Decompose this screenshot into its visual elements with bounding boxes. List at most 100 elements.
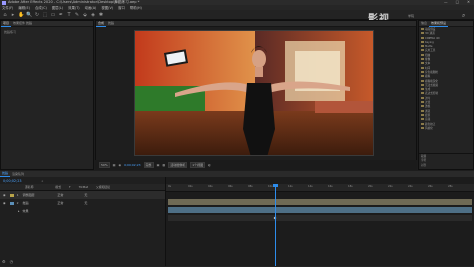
time-ruler[interactable]: 0s 02s 04s 06s 08s 10s 12s 14s 16s 18s 2… bbox=[166, 184, 474, 192]
tab-effects-presets[interactable]: 效果和预设 bbox=[429, 21, 449, 27]
col-parent[interactable]: 父级和链接 bbox=[96, 185, 110, 189]
table-row[interactable]: ▸ 效果 bbox=[0, 207, 165, 215]
eraser-tool-icon[interactable]: ⬙ bbox=[82, 12, 88, 18]
timeline-timecode[interactable]: 0;00;02;23 bbox=[3, 179, 22, 183]
resolution-select[interactable]: 完整 bbox=[143, 162, 154, 168]
table-row[interactable]: ◉ 1 调整图层 正常 无 bbox=[0, 191, 165, 199]
tab-render-queue[interactable]: 渲染队列 bbox=[10, 172, 26, 177]
brush-tool-icon[interactable]: ✎ bbox=[74, 12, 80, 18]
hand-tool-icon[interactable]: ✋ bbox=[18, 12, 24, 18]
label-color-swatch[interactable] bbox=[9, 201, 14, 205]
layer-property-group[interactable]: 效果 bbox=[22, 209, 28, 213]
exposure-icon[interactable]: ◐ bbox=[208, 163, 211, 167]
layer-mode[interactable]: 正常 bbox=[57, 199, 83, 207]
layer-mode[interactable]: 正常 bbox=[57, 191, 83, 199]
folder-icon bbox=[421, 126, 424, 129]
effects-presets-panel: 信息 效果和预设 动画预设 3D 通道 CINEMA 4D Keying Mat… bbox=[418, 20, 474, 170]
ruler-label: 08s bbox=[248, 185, 253, 188]
tab-comp-name[interactable]: 舞蹈 bbox=[106, 21, 116, 26]
composition-tabs: 合成 舞蹈 bbox=[96, 21, 416, 27]
layer-parent[interactable]: 无 bbox=[84, 201, 87, 205]
timeline-search-icon[interactable]: ⌕ bbox=[42, 179, 44, 183]
visibility-icon[interactable]: ◉ bbox=[3, 193, 6, 197]
home-icon[interactable]: ⌂ bbox=[2, 12, 8, 18]
current-timecode[interactable]: 0;00;02;23 bbox=[124, 163, 140, 167]
roto-tool-icon[interactable]: ◈ bbox=[90, 12, 96, 18]
folder-icon bbox=[421, 75, 424, 78]
video-preview[interactable] bbox=[134, 30, 374, 156]
zoom-select[interactable]: 50% bbox=[99, 162, 110, 168]
ruler-label: 12s bbox=[288, 185, 293, 188]
camera-tool-icon[interactable]: ⬚ bbox=[42, 12, 48, 18]
layer-number: 1 bbox=[16, 193, 19, 197]
selection-tool-icon[interactable]: ▸ bbox=[10, 12, 16, 18]
column-headers: 源名称 模式 T TrkMat 父级和链接 bbox=[0, 184, 165, 191]
rotate-tool-icon[interactable]: ↻ bbox=[34, 12, 40, 18]
views-select[interactable]: 1个视图 bbox=[190, 162, 206, 168]
type-tool-icon[interactable]: T bbox=[66, 12, 72, 18]
tab-effect-controls[interactable]: 效果控件 舞蹈 bbox=[11, 21, 34, 26]
folder-icon bbox=[421, 53, 424, 56]
visibility-icon[interactable]: ◉ bbox=[3, 201, 6, 205]
layer-list: 0;00;02;23 ⌕ 源名称 模式 T TrkMat 父级和链接 ◉ 1 调… bbox=[0, 177, 166, 266]
col-trkmat[interactable]: TrkMat bbox=[79, 185, 88, 189]
folder-icon bbox=[421, 58, 424, 61]
folder-icon bbox=[421, 118, 424, 121]
render-time-icon[interactable]: ◷ bbox=[10, 259, 14, 264]
ruler-label: 20s bbox=[368, 185, 373, 188]
puppet-tool-icon[interactable]: ✱ bbox=[98, 12, 104, 18]
folder-icon bbox=[421, 70, 424, 73]
effects-item[interactable]: 风格化 bbox=[421, 126, 471, 131]
table-row[interactable]: ◉ 2 舞蹈 正常 无 bbox=[0, 199, 165, 207]
layer-name[interactable]: 舞蹈 bbox=[22, 199, 56, 207]
folder-icon bbox=[421, 88, 424, 91]
folder-icon bbox=[421, 109, 424, 112]
playhead-line[interactable] bbox=[275, 184, 276, 266]
tab-info[interactable]: 信息 bbox=[419, 21, 429, 26]
grid-icon[interactable]: ▦ bbox=[113, 163, 116, 167]
effects-list: 动画预设 3D 通道 CINEMA 4D Keying Matte 实用工具 扭… bbox=[419, 27, 473, 132]
timeline-header: 0;00;02;23 ⌕ bbox=[0, 177, 165, 184]
layer-name[interactable]: 调整图层 bbox=[22, 191, 56, 199]
ruler-label: 02s bbox=[188, 185, 193, 188]
col-source-name[interactable]: 源名称 bbox=[25, 185, 33, 189]
toggle-switches-icon[interactable]: ⚙ bbox=[2, 259, 6, 264]
layer-parent[interactable]: 无 bbox=[84, 193, 87, 197]
transparency-grid-icon[interactable]: ▩ bbox=[162, 163, 165, 167]
folder-icon bbox=[421, 122, 424, 125]
tab-project[interactable]: 项目 bbox=[1, 21, 12, 27]
ruler-label: 22s bbox=[388, 185, 393, 188]
folder-icon bbox=[421, 105, 424, 108]
twirl-down-icon[interactable]: ▸ bbox=[18, 209, 20, 213]
search-icon[interactable]: ⌕ bbox=[462, 12, 465, 20]
ruler-label: 04s bbox=[208, 185, 213, 188]
layer-bar-adjustment[interactable] bbox=[168, 199, 472, 205]
region-icon[interactable]: ▣ bbox=[157, 163, 160, 167]
ruler-label: 10s bbox=[268, 185, 273, 188]
folder-icon bbox=[421, 32, 424, 35]
viewer-controls: 50% ▦ ◉ 0;00;02;23 完整 ▣ ▩ 活动摄像机 1个视图 ◐ bbox=[95, 160, 417, 170]
shape-tool-icon[interactable]: ▭ bbox=[50, 12, 56, 18]
folder-icon bbox=[421, 92, 424, 95]
label-color-swatch[interactable] bbox=[9, 193, 14, 197]
zoom-tool-icon[interactable]: 🔍 bbox=[26, 12, 32, 18]
app-icon bbox=[2, 0, 6, 5]
col-mode[interactable]: 模式 bbox=[55, 185, 61, 189]
right-bottom-panels: 段落 字符 对齐 bbox=[419, 153, 473, 169]
align-panel-tab[interactable]: 对齐 bbox=[421, 164, 471, 168]
camera-snapshot-icon[interactable]: ◉ bbox=[119, 163, 122, 167]
folder-icon bbox=[421, 45, 424, 48]
dance-studio-frame bbox=[135, 31, 373, 155]
layer-bar-effects bbox=[168, 215, 472, 221]
ruler-label: 06s bbox=[228, 185, 233, 188]
folder-icon bbox=[421, 36, 424, 39]
layer-bar-video[interactable] bbox=[168, 207, 472, 213]
ruler-label: 26s bbox=[428, 185, 433, 188]
brand-subtitle: 学院 bbox=[408, 14, 415, 18]
toolbar: ⌂ ▸ ✋ 🔍 ↻ ⬚ ▭ ✒ T ✎ ⬙ ◈ ✱ bbox=[0, 10, 474, 20]
folder-icon bbox=[421, 66, 424, 69]
pen-tool-icon[interactable]: ✒ bbox=[58, 12, 64, 18]
col-t[interactable]: T bbox=[69, 185, 71, 189]
camera-select[interactable]: 活动摄像机 bbox=[168, 162, 188, 168]
tab-composition[interactable]: 合成 bbox=[96, 21, 107, 27]
